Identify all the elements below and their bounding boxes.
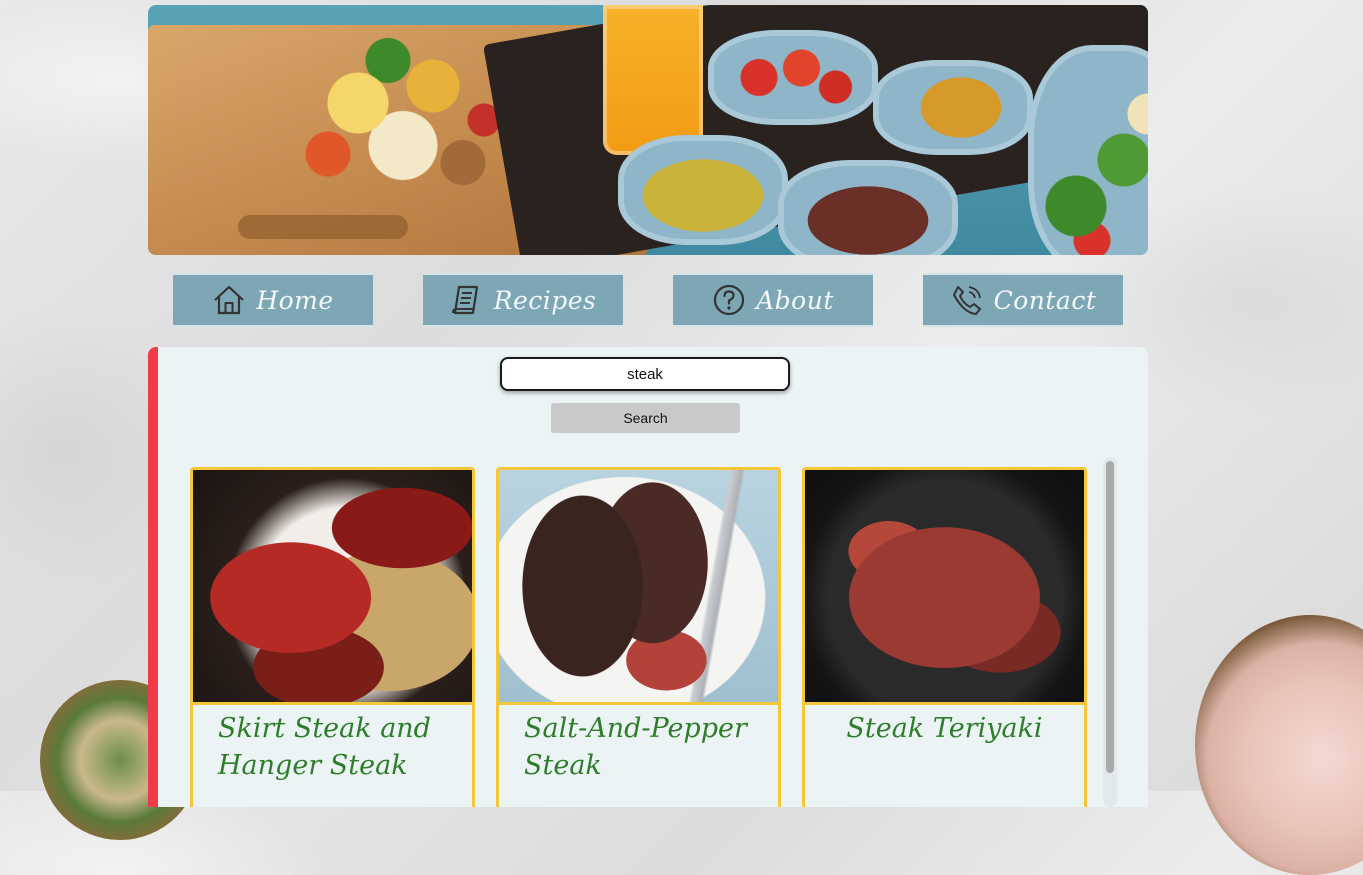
search-button[interactable]: Search [551,403,740,433]
main-navigation: Home Recipes About Contact [173,273,1123,327]
nav-about-button[interactable]: About [673,273,873,327]
honeycomb-plate [873,60,1033,155]
nav-contact-button[interactable]: Contact [923,273,1123,327]
nav-about-label: About [756,285,834,315]
sliced-meat-plate [778,160,958,255]
recipe-title: Skirt Steak and Hanger Steak [218,713,431,781]
nav-home-label: Home [256,285,334,315]
background-salt-bowl [1195,615,1363,875]
recipe-title: Salt-And-Pepper Steak [524,713,747,781]
recipe-photo [499,470,778,705]
salad-plate [1028,45,1148,255]
search-results-grid: Skirt Steak and Hanger Steak Salt-And-Pe… [190,467,1090,807]
scrollbar-thumb[interactable] [1106,461,1114,773]
nav-home-button[interactable]: Home [173,273,373,327]
results-scrollbar[interactable] [1103,457,1117,807]
phone-icon [950,283,984,317]
recipe-title: Steak Teriyaki [846,713,1043,744]
tomato-plate [708,30,878,125]
olive-oil-plate [618,135,788,245]
recipe-card[interactable]: Salt-And-Pepper Steak [496,467,781,807]
juice-glass [603,5,703,155]
recipe-photo [193,470,472,705]
search-input[interactable] [500,357,790,391]
nav-recipes-button[interactable]: Recipes [423,273,623,327]
recipe-icon [450,283,484,317]
recipe-card[interactable]: Skirt Steak and Hanger Steak [190,467,475,807]
home-icon [212,283,246,317]
hero-banner-image [148,5,1148,255]
nav-contact-label: Contact [993,285,1097,315]
panel-accent-bar [148,347,158,807]
nav-recipes-label: Recipes [493,285,597,315]
recipe-photo [805,470,1084,705]
recipe-search-panel: Search Skirt Steak and Hanger Steak Salt… [148,347,1148,807]
recipe-card[interactable]: Steak Teriyaki [802,467,1087,807]
question-icon [712,283,746,317]
